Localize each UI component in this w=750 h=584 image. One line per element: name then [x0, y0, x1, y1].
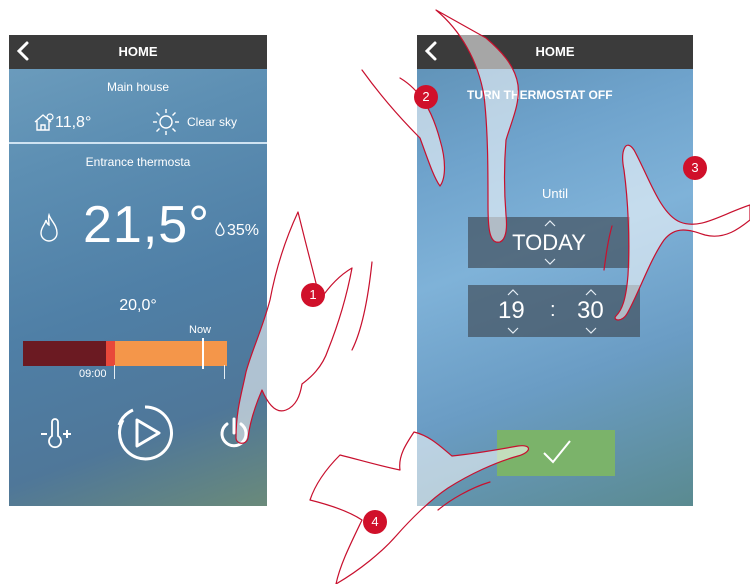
- hand-2-icon: [435, 9, 519, 243]
- hand-pointer-illustrations: [235, 9, 750, 584]
- step-badge-2: 2: [414, 85, 438, 109]
- step-badge-1: 1: [301, 283, 325, 307]
- step-badge-4: 4: [363, 510, 387, 534]
- hand-1-icon: [235, 211, 353, 444]
- step-badge-3: 3: [683, 156, 707, 180]
- hand-4-icon: [309, 431, 530, 584]
